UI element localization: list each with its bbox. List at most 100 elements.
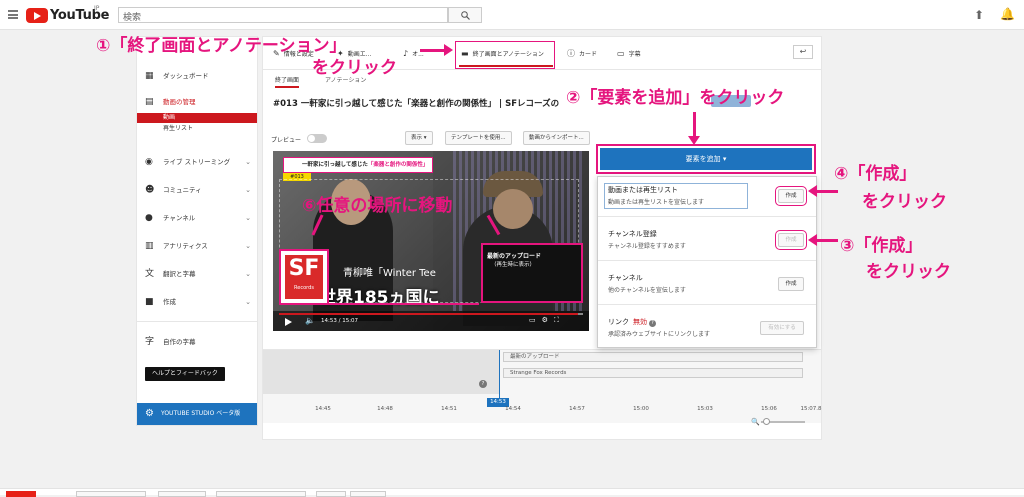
sidebar-item-channel[interactable]: ● チャンネル ⌄: [137, 209, 257, 227]
sidebar-item-dashboard[interactable]: ▦ ダッシュボード: [137, 67, 257, 85]
timeline-track-latest[interactable]: 最新のアップロード: [503, 352, 803, 362]
arrowhead-step4: [808, 185, 817, 197]
row-subtitle: 動画または再生リストを宣伝します: [608, 199, 705, 206]
timeline-tick-label: 14:57: [569, 406, 585, 412]
footer-button[interactable]: [216, 491, 306, 497]
add-element-dropdown: 動画または再生リスト 動画または再生リストを宣伝します 作成 チャンネル登録 チ…: [597, 176, 817, 348]
tab-audio[interactable]: ♪ オ...: [403, 43, 424, 65]
youtube-logo-icon[interactable]: [26, 8, 48, 23]
annotation-step6: ⑥任意の場所に移動: [302, 196, 453, 216]
sidebar-item-translations[interactable]: 文 翻訳と字幕 ⌄: [137, 265, 257, 283]
arrow-step3: [816, 239, 838, 242]
row-title: チャンネル登録: [608, 230, 657, 238]
chevron-down-icon: ⌄: [245, 270, 251, 278]
timeline-tick-label: 14:51: [441, 406, 457, 412]
sidebar-item-your-subtitles[interactable]: 字 自作の字幕: [137, 333, 257, 351]
footer-button[interactable]: [350, 491, 386, 497]
analytics-icon: ▥: [145, 241, 154, 251]
subtab-endscreen[interactable]: 終了画面: [275, 75, 300, 88]
footer-button[interactable]: [316, 491, 346, 497]
arrow-step4: [816, 190, 838, 193]
sf-logo-sub: Records: [294, 285, 314, 291]
sf-logo-text: SF: [288, 256, 320, 281]
timeline-tick-label: 14:45: [315, 406, 331, 412]
create-video-playlist-button[interactable]: 作成: [775, 186, 807, 206]
channel-icon: ●: [145, 213, 153, 223]
volume-icon[interactable]: 🔈: [305, 316, 315, 325]
sidebar-item-label: 作成: [163, 298, 176, 306]
sidebar-item-video-manager[interactable]: ▤ 動画の管理: [137, 93, 257, 111]
timeline[interactable]: 最新のアップロード Strange Fox Records ? 14:53 14…: [263, 349, 822, 426]
youtube-studio-beta-button[interactable]: ⚙ YOUTUBE STUDIO ベータ版: [137, 403, 257, 425]
import-from-video-button[interactable]: 動画からインポート...: [523, 131, 590, 145]
sidebar-subitem-videos[interactable]: 動画: [137, 113, 257, 123]
zoom-slider-knob[interactable]: [763, 418, 770, 425]
sidebar-item-label: 自作の字幕: [163, 338, 196, 346]
arrowhead-step3: [808, 234, 817, 246]
youtube-wordmark[interactable]: YouTube: [50, 8, 109, 23]
sidebar-item-community[interactable]: ☻ コミュニティ ⌄: [137, 181, 257, 199]
sidebar-item-live[interactable]: ◉ ライブ ストリーミング ⌄: [137, 153, 257, 171]
upload-icon[interactable]: ⬆: [974, 8, 984, 22]
dropdown-row-link: リンク 無効? 承認済みウェブサイトにリンクします 有効にする: [598, 309, 816, 349]
back-button[interactable]: ↩: [793, 45, 813, 59]
display-dropdown-button[interactable]: 表示 ▾: [405, 131, 433, 145]
singer-caption: 青柳唯「Winter Tee: [343, 268, 436, 279]
play-icon[interactable]: [285, 318, 292, 326]
preview-toggle[interactable]: [307, 134, 327, 143]
tab-cards[interactable]: ⓘ カード: [567, 43, 597, 65]
help-icon[interactable]: ?: [479, 380, 487, 388]
arrowhead-step1: [444, 44, 453, 56]
chevron-down-icon: ▾: [722, 155, 727, 163]
cc-icon: ▭: [617, 49, 625, 58]
episode-banner: 一軒家に引っ越して感じた「楽器と創作の関係性」: [283, 157, 433, 173]
sidebar-item-analytics[interactable]: ▥ アナリティクス ⌄: [137, 237, 257, 255]
tab-label: カード: [579, 51, 598, 58]
footer-strip: [0, 488, 1024, 495]
search-icon: [461, 11, 470, 20]
chevron-down-icon: ⌄: [245, 298, 251, 306]
chevron-down-icon: ⌄: [245, 158, 251, 166]
add-element-button[interactable]: 要素を追加 ▾: [596, 144, 816, 174]
footer-button[interactable]: [158, 491, 206, 497]
sidebar-item-create[interactable]: ■ 作成 ⌄: [137, 293, 257, 311]
timeline-track-channel[interactable]: Strange Fox Records: [503, 368, 803, 378]
chevron-down-icon: ⌄: [245, 242, 251, 250]
arrow-step2: [693, 112, 696, 138]
create-subscribe-button[interactable]: 作成: [775, 230, 807, 250]
community-icon: ☻: [145, 185, 155, 195]
invalid-badge: 無効: [633, 318, 647, 326]
timeline-inactive-region: [263, 350, 499, 394]
sidebar-subitem-playlists[interactable]: 再生リスト: [137, 124, 257, 134]
gear-icon: ⚙: [145, 408, 154, 419]
chevron-down-icon: ⌄: [245, 214, 251, 222]
enable-link-button[interactable]: 有効にする: [760, 321, 804, 335]
search-button[interactable]: [448, 7, 482, 23]
subtitles-icon: 字: [145, 337, 155, 347]
use-template-button[interactable]: テンプレートを使用...: [445, 131, 512, 145]
progress-bar[interactable]: [279, 313, 583, 315]
create-channel-button[interactable]: 作成: [778, 277, 804, 291]
help-feedback-button[interactable]: ヘルプとフィードバック: [145, 367, 225, 381]
search-input[interactable]: 検索: [118, 7, 448, 23]
timeline-tick-label: 15:00: [633, 406, 649, 412]
endscreen-element-channel[interactable]: SF Records: [279, 249, 329, 305]
notifications-bell-icon[interactable]: 🔔: [1000, 7, 1015, 21]
help-icon[interactable]: ?: [649, 320, 656, 327]
tab-endscreen-annotations[interactable]: ▬ 終了画面とアノテーション: [461, 43, 544, 65]
row-title: リンク: [608, 318, 629, 326]
row-title: 動画または再生リスト: [608, 186, 678, 194]
video-player[interactable]: 一軒家に引っ越して感じた「楽器と創作の関係性」 #013 青柳唯「Winter …: [273, 151, 589, 331]
timeline-axis: 14:45 14:48 14:51 14:54 14:57 15:00 15:03 15:06…: [263, 406, 821, 416]
tab-subtitles[interactable]: ▭ 字幕: [617, 43, 641, 65]
endscreen-element-latest-upload[interactable]: 最新のアップロード （再生時に表示）: [481, 243, 583, 303]
sidebar-divider: [137, 321, 257, 322]
sf-records-logo: SF: [285, 255, 323, 299]
row-subtitle: 承認済みウェブサイトにリンクします: [608, 331, 711, 338]
annotation-step4-sub: をクリック: [862, 192, 947, 212]
dropdown-row-subscribe: チャンネル登録 チャンネル登録をすすめます 作成: [598, 221, 816, 261]
tab-label: オ...: [412, 51, 424, 58]
player-settings-icons[interactable]: ▭⚙⛶: [529, 316, 565, 325]
hamburger-menu-icon[interactable]: [8, 10, 18, 19]
footer-button[interactable]: [76, 491, 146, 497]
